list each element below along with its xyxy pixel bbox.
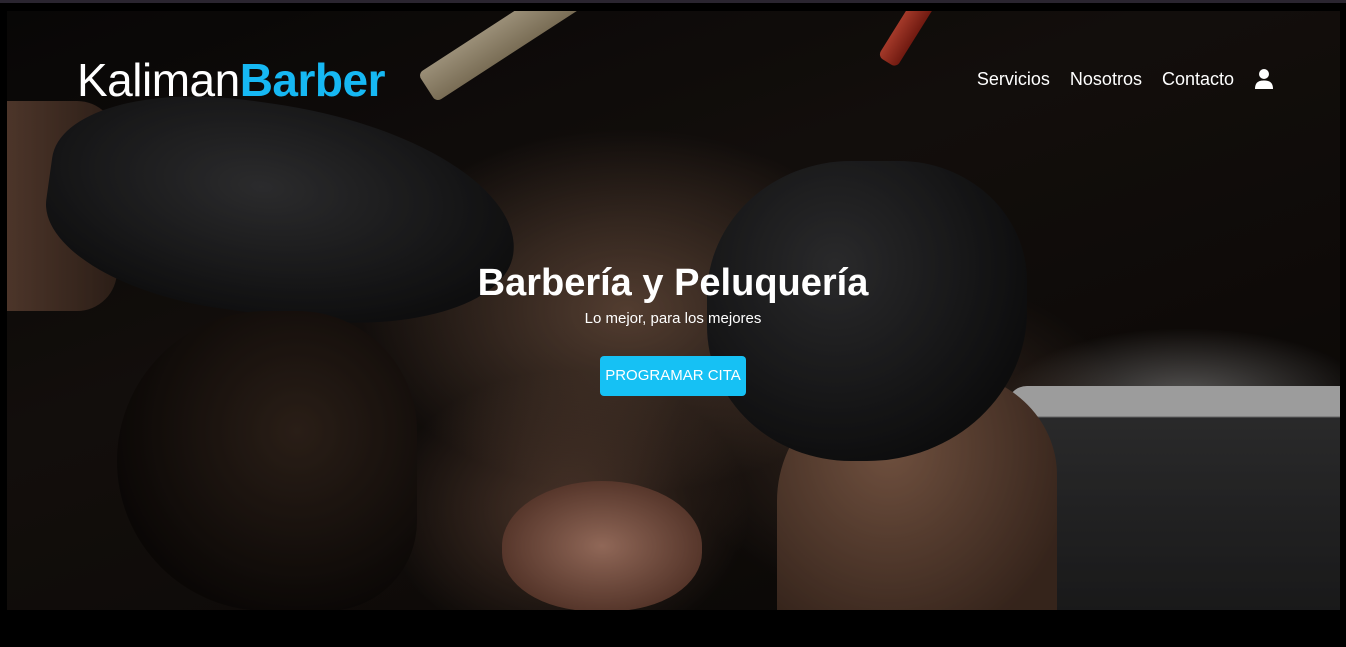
towel-image — [1007, 386, 1340, 610]
logo-text-light: Kaliman — [77, 54, 240, 106]
logo-text-bold: Barber — [239, 54, 386, 106]
razor-handle-image — [417, 11, 630, 103]
user-icon[interactable] — [1254, 68, 1274, 90]
browser-top-strip — [0, 0, 1346, 3]
hero-subtitle: Lo mejor, para los mejores — [584, 310, 762, 327]
nav-link-nosotros[interactable]: Nosotros — [1070, 69, 1142, 90]
red-razor-image — [877, 11, 1013, 68]
site-logo[interactable]: KalimanBarber — [77, 52, 386, 108]
hero-title: Barbería y Peluquería — [477, 262, 869, 304]
client-ear-image — [502, 481, 702, 610]
nav-link-contacto[interactable]: Contacto — [1162, 69, 1234, 90]
schedule-appointment-button[interactable]: PROGRAMAR CITA — [600, 356, 746, 396]
hero-content: Barbería y Peluquería Lo mejor, para los… — [0, 260, 1346, 396]
main-nav: Servicios Nosotros Contacto — [977, 68, 1274, 90]
nav-link-servicios[interactable]: Servicios — [977, 69, 1050, 90]
barber-forearm-image — [777, 371, 1057, 610]
